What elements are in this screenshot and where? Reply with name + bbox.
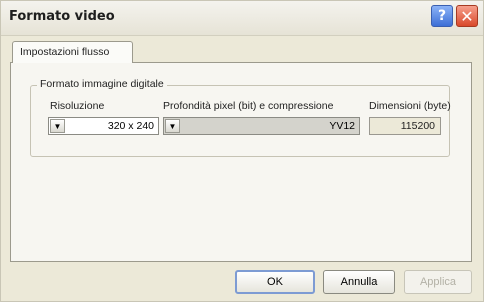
close-button[interactable]: ✕: [456, 5, 478, 27]
chevron-down-icon[interactable]: ▼: [50, 119, 65, 133]
apply-button[interactable]: Applica: [404, 270, 472, 294]
size-field: 115200: [369, 117, 441, 135]
pixel-depth-label: Profondità pixel (bit) e compressione: [163, 100, 334, 112]
tab-stream-settings[interactable]: Impostazioni flusso: [12, 41, 133, 63]
help-button[interactable]: ?: [431, 5, 453, 27]
help-icon: ?: [437, 8, 447, 24]
resolution-value: 320 x 240: [107, 120, 154, 132]
cancel-button[interactable]: Annulla: [323, 270, 395, 294]
resolution-select[interactable]: ▼ 320 x 240: [48, 117, 159, 135]
chevron-down-icon[interactable]: ▼: [165, 119, 180, 133]
close-icon: ✕: [460, 6, 474, 26]
pixel-depth-value: YV12: [329, 120, 355, 132]
ok-button[interactable]: OK: [235, 270, 315, 294]
title-bar: Formato video ? ✕: [1, 1, 483, 36]
resolution-label: Risoluzione: [50, 100, 105, 112]
group-label: Formato immagine digitale: [37, 78, 167, 90]
size-label: Dimensioni (byte): [369, 100, 451, 112]
pixel-depth-select[interactable]: ▼ YV12: [163, 117, 360, 135]
dialog-title: Formato video: [9, 9, 115, 24]
size-value: 115200: [400, 120, 435, 132]
